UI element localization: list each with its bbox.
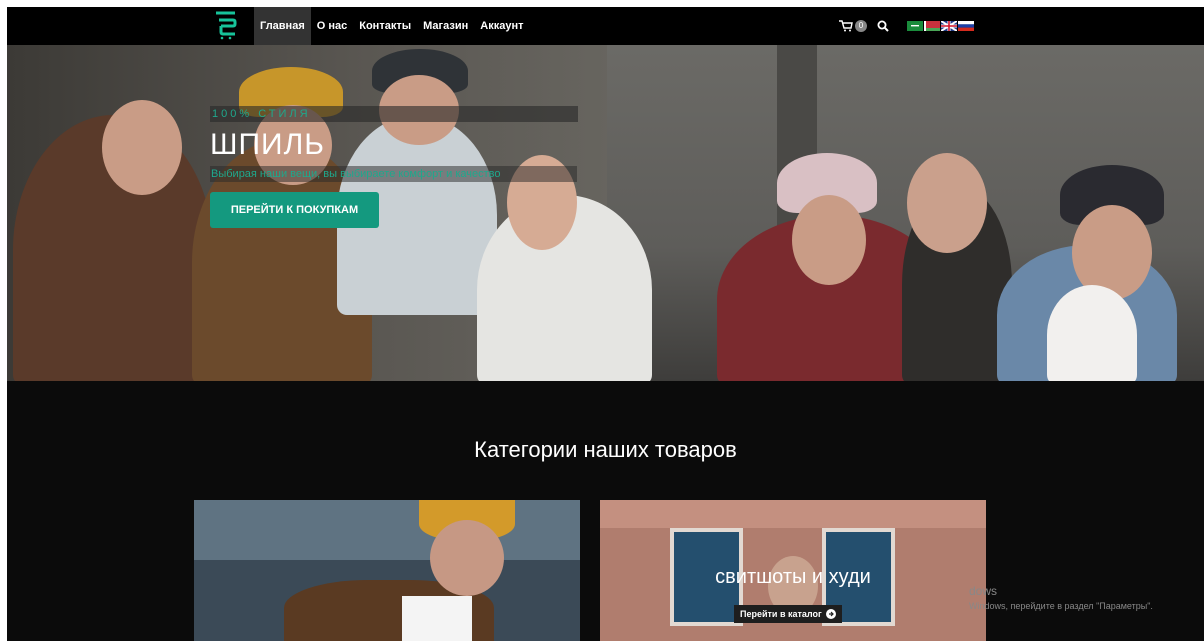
category-label: свитшоты и худи [715,566,871,588]
cart-count-badge: 0 [855,20,867,32]
hero-subtitle: Выбирая наши вещи, вы выбираете комфорт … [210,166,577,182]
hero-banner [7,45,1204,381]
hero-title: ШПИЛЬ [210,128,325,161]
logo-icon[interactable] [213,10,239,40]
page: Главная О нас Контакты Магазин Аккаунт 0 [7,7,1204,641]
nav-item-contacts[interactable]: Контакты [353,7,417,45]
cart-button[interactable]: 0 [839,20,867,32]
card-background [600,500,986,528]
card-background [194,500,580,560]
card-person-face [430,520,504,596]
flag-sa-icon[interactable] [907,21,923,31]
card-person-tshirt [402,596,472,641]
catalog-link-label: Перейти в каталог [740,609,822,619]
hero-person-7-tshirt [1047,285,1137,381]
catalog-link[interactable]: Перейти в каталог [734,605,842,623]
nav-item-account[interactable]: Аккаунт [474,7,529,45]
category-card[interactable]: свитшоты и худи Перейти в каталог [600,500,986,641]
hero-face-5 [792,195,866,285]
flag-ru-icon[interactable] [958,21,974,31]
hero-face-6 [907,153,987,253]
hero-text-block: 100% СТИЛЯ ШПИЛЬ Выбирая наши вещи, вы в… [210,106,578,228]
flag-uk-icon[interactable] [941,21,957,31]
search-icon[interactable] [877,20,889,32]
categories-title: Категории наших товаров [474,437,737,462]
top-navbar: Главная О нас Контакты Магазин Аккаунт 0 [7,7,1204,45]
category-card[interactable] [194,500,580,641]
nav-item-about[interactable]: О нас [311,7,354,45]
nav-item-home[interactable]: Главная [254,7,311,45]
hero-eyebrow: 100% СТИЛЯ [210,106,578,122]
windows-watermark-text: Windows, перейдите в раздел "Параметры". [969,601,1153,611]
cart-icon [839,20,853,32]
arrow-right-icon [825,609,836,619]
hero-face-1 [102,100,182,195]
flag-by-icon[interactable] [924,21,940,31]
windows-watermark-title: dows [969,584,998,598]
nav-item-shop[interactable]: Магазин [417,7,474,45]
shop-now-button[interactable]: ПЕРЕЙТИ К ПОКУПКАМ [210,192,379,228]
